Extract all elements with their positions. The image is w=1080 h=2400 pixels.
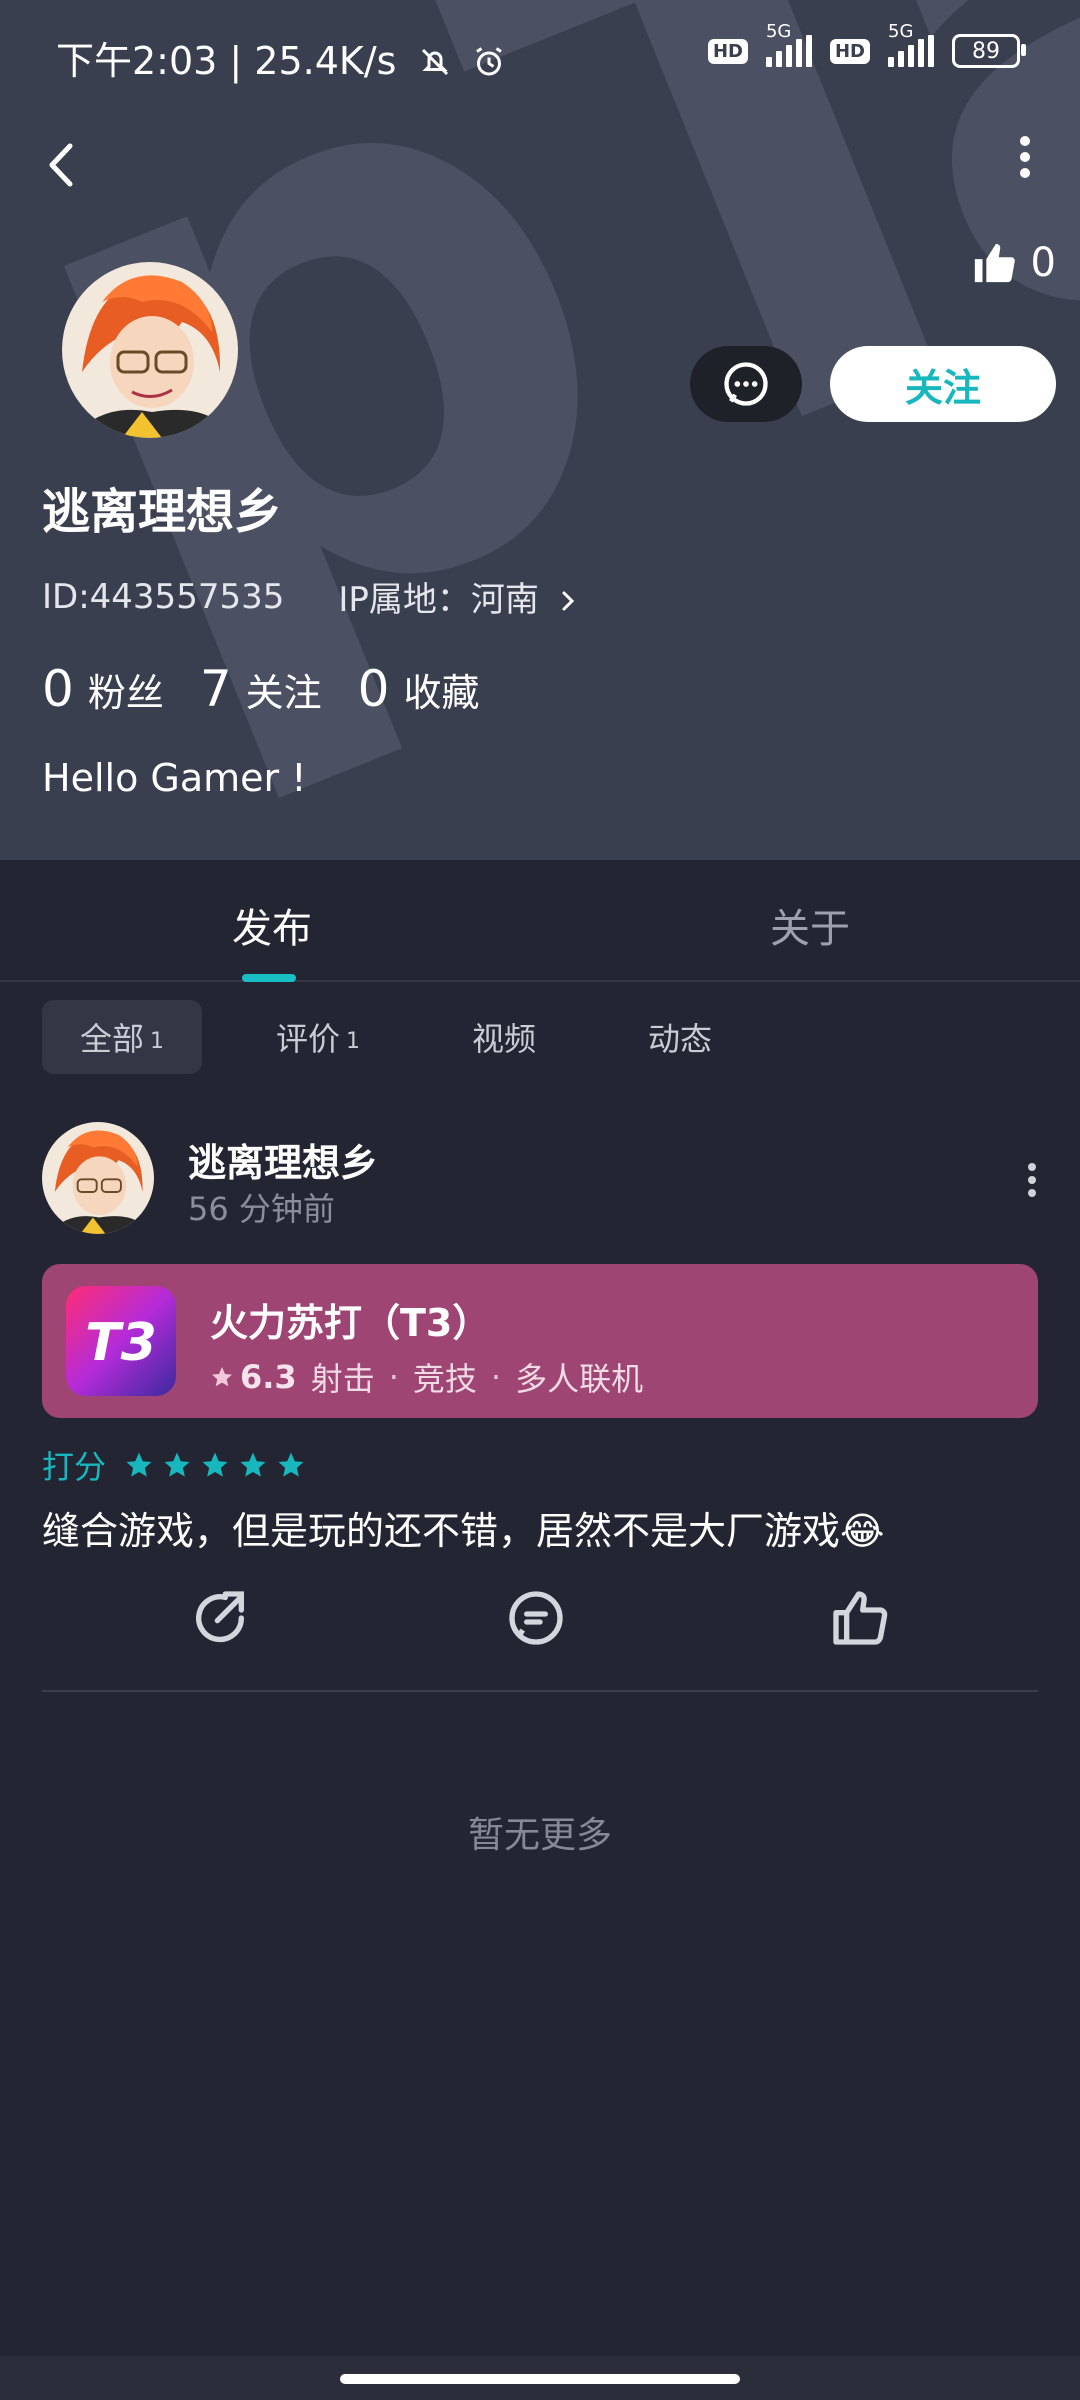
score-row: 打分 — [42, 1442, 306, 1488]
ip-location-text: IP属地：河南 — [338, 580, 539, 620]
star-icon — [202, 1452, 228, 1477]
game-meta: 6.3 射击 · 竞技 · 多人联机 — [210, 1354, 643, 1400]
score-label: 打分 — [42, 1448, 107, 1486]
battery-level: 89 — [972, 38, 1000, 64]
star-icon — [278, 1452, 304, 1477]
message-button[interactable] — [690, 346, 802, 422]
star-icon — [240, 1452, 266, 1477]
profile-stats: 0 粉丝 7 关注 0 收藏 — [42, 660, 479, 718]
comment-icon — [509, 1591, 563, 1645]
profile-bio: Hello Gamer ! — [42, 756, 307, 800]
tag-separator: · — [388, 1358, 399, 1396]
game-rating: 6.3 — [210, 1358, 297, 1396]
game-card[interactable]: T3 火力苏打（T3） 6.3 射击 · 竞技 · 多人联机 — [42, 1264, 1038, 1418]
thumbs-up-icon — [833, 1591, 888, 1645]
thumbs-up-icon — [974, 243, 1015, 283]
post-avatar[interactable] — [42, 1122, 154, 1234]
battery-icon: 89 — [952, 34, 1026, 68]
signal-icon-2: 5G — [888, 21, 934, 67]
profile-username: 逃离理想乡 — [42, 484, 283, 540]
chat-bubble-icon — [724, 362, 768, 406]
filter-reviews-label: 评价 — [276, 1020, 341, 1058]
share-icon — [196, 1591, 245, 1643]
chevron-right-icon — [562, 591, 574, 611]
game-tag: 竞技 — [412, 1360, 477, 1398]
filter-reviews[interactable]: 评价 1 — [238, 1000, 398, 1074]
game-rating-value: 6.3 — [240, 1358, 297, 1396]
like-count: 0 — [1030, 240, 1056, 286]
game-title: 火力苏打（T3） — [210, 1301, 491, 1345]
avatar-image — [62, 262, 238, 438]
signal-label: 5G — [765, 21, 792, 42]
star-icon — [212, 1367, 232, 1387]
post-author[interactable]: 逃离理想乡 — [188, 1132, 378, 1187]
filter-all-count: 1 — [150, 1029, 165, 1054]
profile-ids: ID:443557535 IP属地：河南 — [42, 572, 578, 621]
share-button[interactable] — [188, 1586, 252, 1650]
divider — [42, 1690, 1038, 1692]
filter-moments[interactable]: 动态 — [610, 1000, 750, 1074]
star-icon — [164, 1452, 190, 1477]
hd-badge-2: HD — [829, 38, 870, 64]
stat-fans[interactable]: 0 粉丝 — [42, 660, 164, 718]
signal-icon: 5G — [765, 21, 812, 67]
filter-all-label: 全部 — [80, 1020, 145, 1058]
review-text: 缝合游戏，但是玩的还不错，居然不是大厂游戏😂 — [42, 1509, 885, 1553]
filter-all[interactable]: 全部 1 — [42, 1000, 203, 1074]
post-more-button[interactable] — [1022, 1158, 1042, 1198]
status-bar: 下午2:03 | 25.4K/s HD 5G HD 5G 89 — [0, 0, 1080, 110]
chevron-left-icon — [49, 143, 73, 187]
game-tag: 多人联机 — [515, 1360, 644, 1398]
more-options-button[interactable] — [1000, 130, 1050, 200]
profile-like-button[interactable]: 0 — [971, 240, 1056, 286]
status-time-text: 下午2:03 | 25.4K/s — [56, 39, 397, 83]
stat-favorites-num: 0 — [357, 660, 390, 718]
game-logo-text: T3 — [85, 1313, 157, 1373]
filter-videos[interactable]: 视频 — [434, 1000, 574, 1074]
tag-separator: · — [490, 1358, 502, 1396]
game-tag: 射击 — [310, 1360, 375, 1398]
tab-indicator — [242, 974, 296, 982]
stat-following-num: 7 — [199, 660, 232, 718]
tab-publish[interactable]: 发布 — [232, 896, 312, 954]
filter-moments-label: 动态 — [648, 1020, 713, 1058]
avatar[interactable] — [62, 262, 238, 438]
hd-badge: HD — [707, 38, 748, 64]
game-logo-icon: T3 — [66, 1286, 176, 1396]
like-button[interactable] — [828, 1586, 892, 1650]
filter-chips: 全部 1 评价 1 视频 动态 — [42, 1000, 750, 1074]
avatar-image — [42, 1122, 154, 1234]
status-time: 下午2:03 | 25.4K/s — [56, 30, 507, 85]
home-indicator[interactable] — [340, 2374, 740, 2384]
profile-tabs: 发布 关于 — [0, 860, 1080, 982]
stat-fans-num: 0 — [42, 660, 74, 718]
user-id: ID:443557535 — [42, 576, 285, 617]
stat-following-label: 关注 — [245, 671, 322, 715]
game-icon: T3 — [66, 1286, 176, 1396]
ip-location-link[interactable]: IP属地：河南 — [338, 572, 577, 621]
back-button[interactable] — [36, 130, 92, 200]
no-more-text: 暂无更多 — [467, 1815, 612, 1856]
bell-off-icon — [421, 48, 448, 76]
tab-about[interactable]: 关于 — [770, 896, 850, 954]
alarm-icon — [475, 47, 502, 76]
filter-reviews-count: 1 — [346, 1029, 361, 1054]
stat-fans-label: 粉丝 — [87, 671, 164, 715]
star-rating — [124, 1450, 306, 1480]
filter-videos-label: 视频 — [472, 1020, 537, 1058]
stat-favorites-label: 收藏 — [403, 671, 480, 715]
star-icon — [126, 1452, 152, 1477]
follow-button[interactable]: 关注 — [830, 346, 1056, 422]
stat-following[interactable]: 7 关注 — [200, 660, 322, 718]
stat-favorites[interactable]: 0 收藏 — [358, 660, 480, 718]
post-time: 56 分钟前 — [188, 1190, 335, 1228]
signal-label-2: 5G — [888, 21, 914, 42]
comment-button[interactable] — [504, 1586, 568, 1650]
status-indicators: HD 5G HD 5G 89 — [707, 21, 1026, 68]
post-actions — [0, 1586, 1080, 1656]
profile-header: pTa 下午2:03 | 25.4K/s HD 5G HD 5G 89 0 关注… — [0, 0, 1080, 860]
